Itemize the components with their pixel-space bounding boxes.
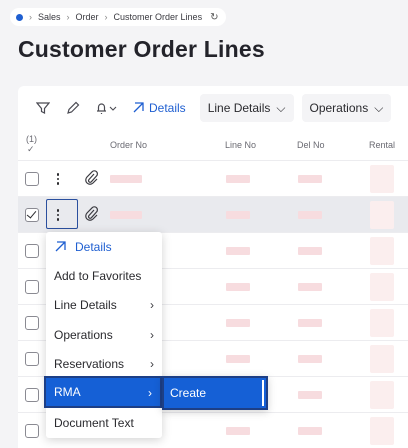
table-header: (1) ✓ Order No Line No Del No Rental — [18, 132, 408, 158]
menu-item-label: Line Details — [54, 298, 117, 312]
menu-item-details[interactable]: Details — [46, 232, 162, 262]
menu-item-label: Document Text — [54, 416, 134, 430]
menu-item-label: Reservations — [54, 357, 125, 371]
row-checkbox[interactable] — [25, 316, 39, 330]
row-more-icon[interactable] — [52, 207, 64, 223]
chevron-right-icon: › — [150, 298, 154, 312]
open-external-icon — [55, 241, 66, 252]
column-header-del-no[interactable]: Del No — [297, 140, 325, 150]
breadcrumb-item-sales[interactable]: Sales — [38, 12, 61, 22]
rental-placeholder — [370, 237, 394, 265]
row-checkbox[interactable] — [25, 244, 39, 258]
menu-item-line-details[interactable]: Line Details › — [46, 290, 162, 320]
line-details-label: Line Details — [207, 101, 271, 115]
rental-placeholder — [370, 201, 394, 229]
row-more-icon[interactable] — [52, 171, 64, 187]
line-no-placeholder — [226, 175, 250, 183]
breadcrumb-item-order[interactable]: Order — [76, 12, 99, 22]
menu-item-operations[interactable]: Operations › — [46, 320, 162, 350]
chevron-right-icon: › — [104, 12, 108, 22]
chevron-right-icon: › — [29, 12, 32, 22]
open-external-icon — [133, 102, 144, 113]
del-no-placeholder — [298, 319, 322, 327]
menu-item-document-text[interactable]: Document Text — [46, 408, 162, 438]
select-all-check-icon[interactable]: ✓ — [27, 144, 35, 155]
line-no-placeholder — [226, 427, 250, 435]
breadcrumb-item-current: Customer Order Lines — [113, 12, 203, 22]
operations-dropdown[interactable]: Operations ⌵ — [301, 94, 392, 122]
column-header-rental[interactable]: Rental — [369, 140, 395, 150]
line-no-placeholder — [226, 211, 250, 219]
row-checkbox[interactable] — [25, 424, 39, 438]
menu-item-add-to-favorites[interactable]: Add to Favorites — [46, 261, 162, 291]
line-no-placeholder — [226, 247, 250, 255]
menu-item-rma[interactable]: RMA › — [44, 376, 162, 408]
del-no-placeholder — [298, 247, 322, 255]
order-no-placeholder — [110, 175, 142, 183]
details-link-label: Details — [149, 101, 186, 115]
submenu-item-create[interactable]: Create — [166, 380, 264, 406]
row-checkbox[interactable] — [25, 280, 39, 294]
rental-placeholder — [370, 417, 394, 445]
row-checkbox[interactable] — [25, 172, 39, 186]
rental-placeholder — [370, 309, 394, 337]
home-dot-icon[interactable] — [16, 13, 23, 21]
del-no-placeholder — [298, 283, 322, 291]
row-checkbox[interactable] — [25, 352, 39, 366]
column-header-line-no[interactable]: Line No — [225, 140, 256, 150]
edit-pencil-icon[interactable] — [58, 94, 88, 122]
table-row-selected[interactable] — [18, 196, 408, 232]
line-details-dropdown[interactable]: Line Details ⌵ — [199, 94, 294, 122]
line-no-placeholder — [226, 283, 250, 291]
row-checkbox[interactable] — [25, 388, 39, 402]
del-no-placeholder — [298, 427, 322, 435]
table-row[interactable] — [18, 160, 408, 196]
chevron-right-icon: › — [150, 328, 154, 342]
chevron-right-icon: › — [66, 12, 70, 22]
column-header-order-no[interactable]: Order No — [110, 140, 147, 150]
chevron-right-icon: › — [148, 386, 152, 400]
menu-item-reservations[interactable]: Reservations › — [46, 349, 162, 379]
menu-item-label: Operations — [54, 328, 113, 342]
del-no-placeholder — [298, 211, 322, 219]
line-no-placeholder — [226, 355, 250, 363]
refresh-icon[interactable]: ↻ — [210, 12, 218, 23]
chevron-down-icon: ⌵ — [374, 100, 384, 115]
details-link[interactable]: Details — [132, 101, 186, 115]
rental-placeholder — [370, 381, 394, 409]
selection-count: (1) — [26, 134, 37, 144]
order-no-placeholder — [110, 211, 142, 219]
operations-label: Operations — [309, 101, 369, 115]
line-no-placeholder — [226, 319, 250, 327]
paperclip-icon[interactable] — [84, 206, 98, 227]
chevron-down-icon: ⌵ — [276, 100, 286, 115]
filter-icon[interactable] — [28, 94, 58, 122]
rental-placeholder — [370, 273, 394, 301]
breadcrumb: › Sales › Order › Customer Order Lines ↻ — [10, 8, 227, 26]
toolbar: Details Line Details ⌵ Operations ⌵ — [18, 92, 408, 124]
menu-item-label: Details — [75, 240, 112, 254]
del-no-placeholder — [298, 175, 322, 183]
row-checkbox-checked[interactable] — [25, 208, 39, 222]
bell-dropdown-icon[interactable] — [88, 94, 124, 122]
paperclip-icon[interactable] — [84, 170, 98, 191]
menu-item-label: RMA — [54, 385, 81, 399]
rma-submenu: Create — [162, 376, 268, 410]
del-no-placeholder — [298, 355, 322, 363]
row-context-menu: Details Add to Favorites Line Details › … — [44, 232, 162, 438]
chevron-right-icon: › — [150, 357, 154, 371]
page-title: Customer Order Lines — [18, 36, 265, 62]
del-no-placeholder — [298, 391, 322, 399]
menu-item-label: Add to Favorites — [54, 269, 142, 283]
rental-placeholder — [370, 165, 394, 193]
rental-placeholder — [370, 345, 394, 373]
